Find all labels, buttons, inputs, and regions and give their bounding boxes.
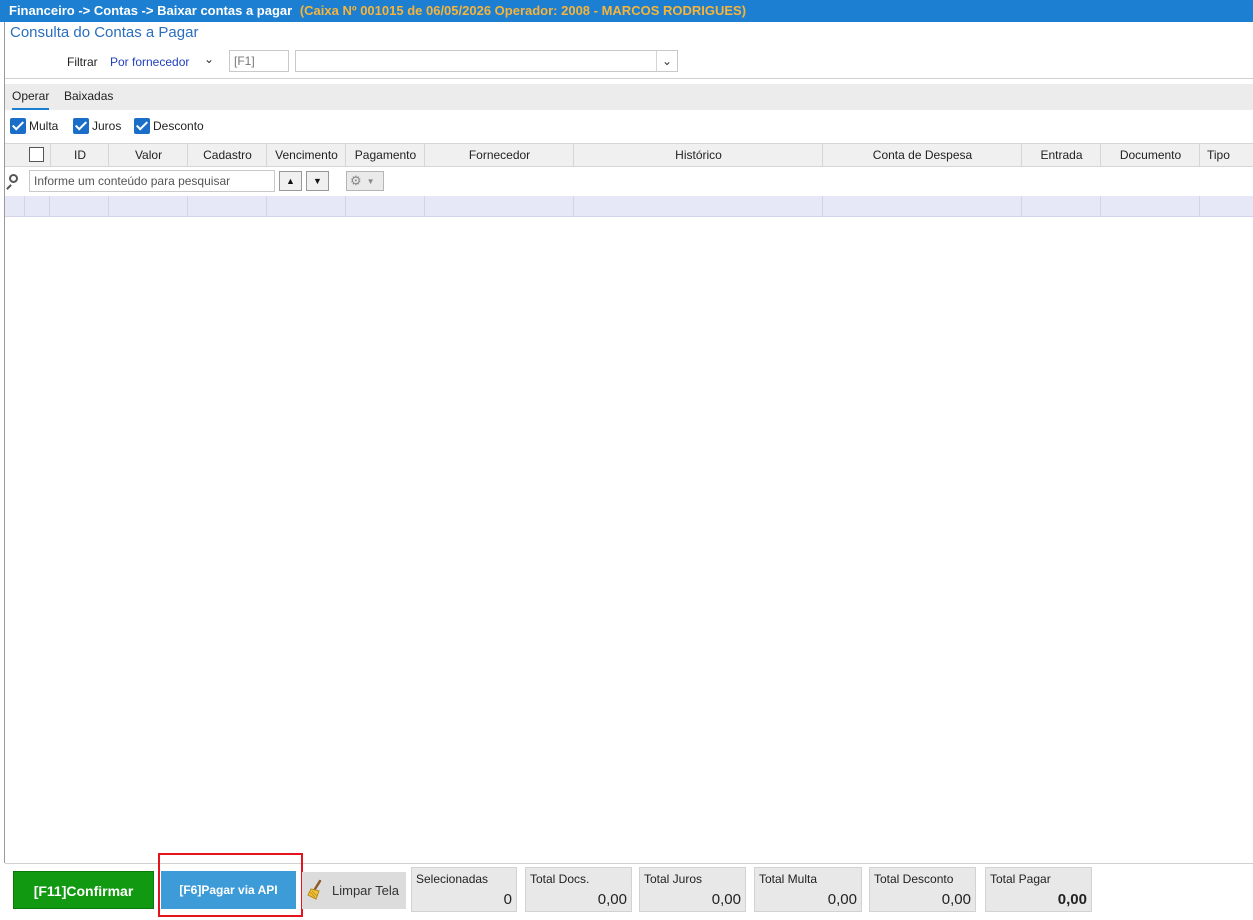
total-value: 0,00 [711,891,741,908]
juros-checkbox[interactable]: Juros [73,118,121,136]
cell-divider [187,196,188,216]
chevron-down-icon: ▼ [366,176,375,186]
divider [5,78,1253,79]
cell-divider [266,196,267,216]
total-label: Selecionadas [416,872,489,886]
cell-divider [424,196,425,216]
checkbox-label: Juros [92,119,122,133]
column-header-entrada[interactable]: Entrada [1021,144,1101,166]
total-label: Total Desconto [874,872,954,886]
column-header-cadastro[interactable]: Cadastro [187,144,267,166]
sort-down-icon[interactable]: ▼ [306,171,329,191]
filter-value-combo[interactable]: ⌄ [295,50,678,72]
column-header-historico[interactable]: Histórico [573,144,823,166]
checkbox-label: Desconto [153,119,204,133]
gear-icon: ⚙ [350,173,362,188]
total-desconto: Total Desconto 0,00 [869,867,976,912]
column-header-vencimento[interactable]: Vencimento [266,144,346,166]
broom-icon [307,879,322,900]
column-header-documento[interactable]: Documento [1100,144,1200,166]
filter-code-input[interactable]: [F1] [229,50,289,72]
checkbox-checked-icon[interactable] [10,118,26,134]
grid-options-button[interactable]: ⚙ ▼ [346,171,384,191]
total-label: Total Multa [759,872,818,886]
checkbox-checked-icon[interactable] [73,118,89,134]
tab-baixadas[interactable]: Baixadas [64,89,113,103]
grid-search-row: Informe um conteúdo para pesquisar ▲ ▼ ⚙… [5,168,1253,195]
cell-divider [24,196,25,216]
column-header-id[interactable]: ID [50,144,109,166]
cell-divider [49,196,50,216]
total-value: 0,00 [827,891,857,908]
total-value: 0,00 [1057,891,1087,908]
cell-divider [1100,196,1101,216]
multa-checkbox[interactable]: Multa [10,118,58,136]
clear-screen-button[interactable]: Limpar Tela [302,872,406,909]
sort-up-icon[interactable]: ▲ [279,171,302,191]
cell-divider [345,196,346,216]
page-title: Consulta do Contas a Pagar [10,24,199,41]
confirm-button[interactable]: [F11]Confirmar [13,871,154,909]
desconto-checkbox[interactable]: Desconto [134,118,204,136]
filter-mode-select[interactable]: Por fornecedor [110,55,189,69]
cell-divider [1021,196,1022,216]
session-info: (Caixa Nº 001015 de 06/05/2026 Operador:… [299,3,747,18]
chevron-down-icon[interactable]: ⌄ [204,52,214,66]
cell-divider [1199,196,1200,216]
tab-operar[interactable]: Operar [12,89,50,110]
column-header-fornecedor[interactable]: Fornecedor [424,144,574,166]
total-docs: Total Docs. 0,00 [525,867,632,912]
grid-header: ID Valor Cadastro Vencimento Pagamento F… [5,143,1253,167]
clear-screen-label: Limpar Tela [332,883,399,898]
checkbox-checked-icon[interactable] [134,118,150,134]
total-label: Total Juros [644,872,703,886]
cell-divider [573,196,574,216]
cell-divider [822,196,823,216]
tab-strip: Operar Baixadas [5,84,1253,110]
select-all-checkbox[interactable] [29,147,44,162]
grid-search-input[interactable]: Informe um conteúdo para pesquisar [29,170,275,192]
chevron-down-icon[interactable]: ⌄ [656,51,677,71]
column-header-valor[interactable]: Valor [108,144,188,166]
total-label: Total Docs. [530,872,590,886]
table-row[interactable] [5,196,1253,217]
highlight-frame [158,853,303,917]
column-header-pagamento[interactable]: Pagamento [345,144,425,166]
total-juros: Total Juros 0,00 [639,867,746,912]
breadcrumb: Financeiro -> Contas -> Baixar contas a … [9,3,293,18]
cell-divider [108,196,109,216]
total-value: 0 [503,891,512,908]
window-title-bar: Financeiro -> Contas -> Baixar contas a … [0,0,1253,22]
total-value: 0,00 [941,891,971,908]
column-header-tipo[interactable]: Tipo [1199,144,1253,166]
total-multa: Total Multa 0,00 [754,867,862,912]
checkbox-label: Multa [29,119,59,133]
total-label: Total Pagar [990,872,1051,886]
total-pagar: Total Pagar 0,00 [985,867,1092,912]
column-header-conta-despesa[interactable]: Conta de Despesa [822,144,1022,166]
search-icon [9,174,18,183]
total-value: 0,00 [597,891,627,908]
total-selecionadas: Selecionadas 0 [411,867,517,912]
filter-label: Filtrar [67,55,98,69]
